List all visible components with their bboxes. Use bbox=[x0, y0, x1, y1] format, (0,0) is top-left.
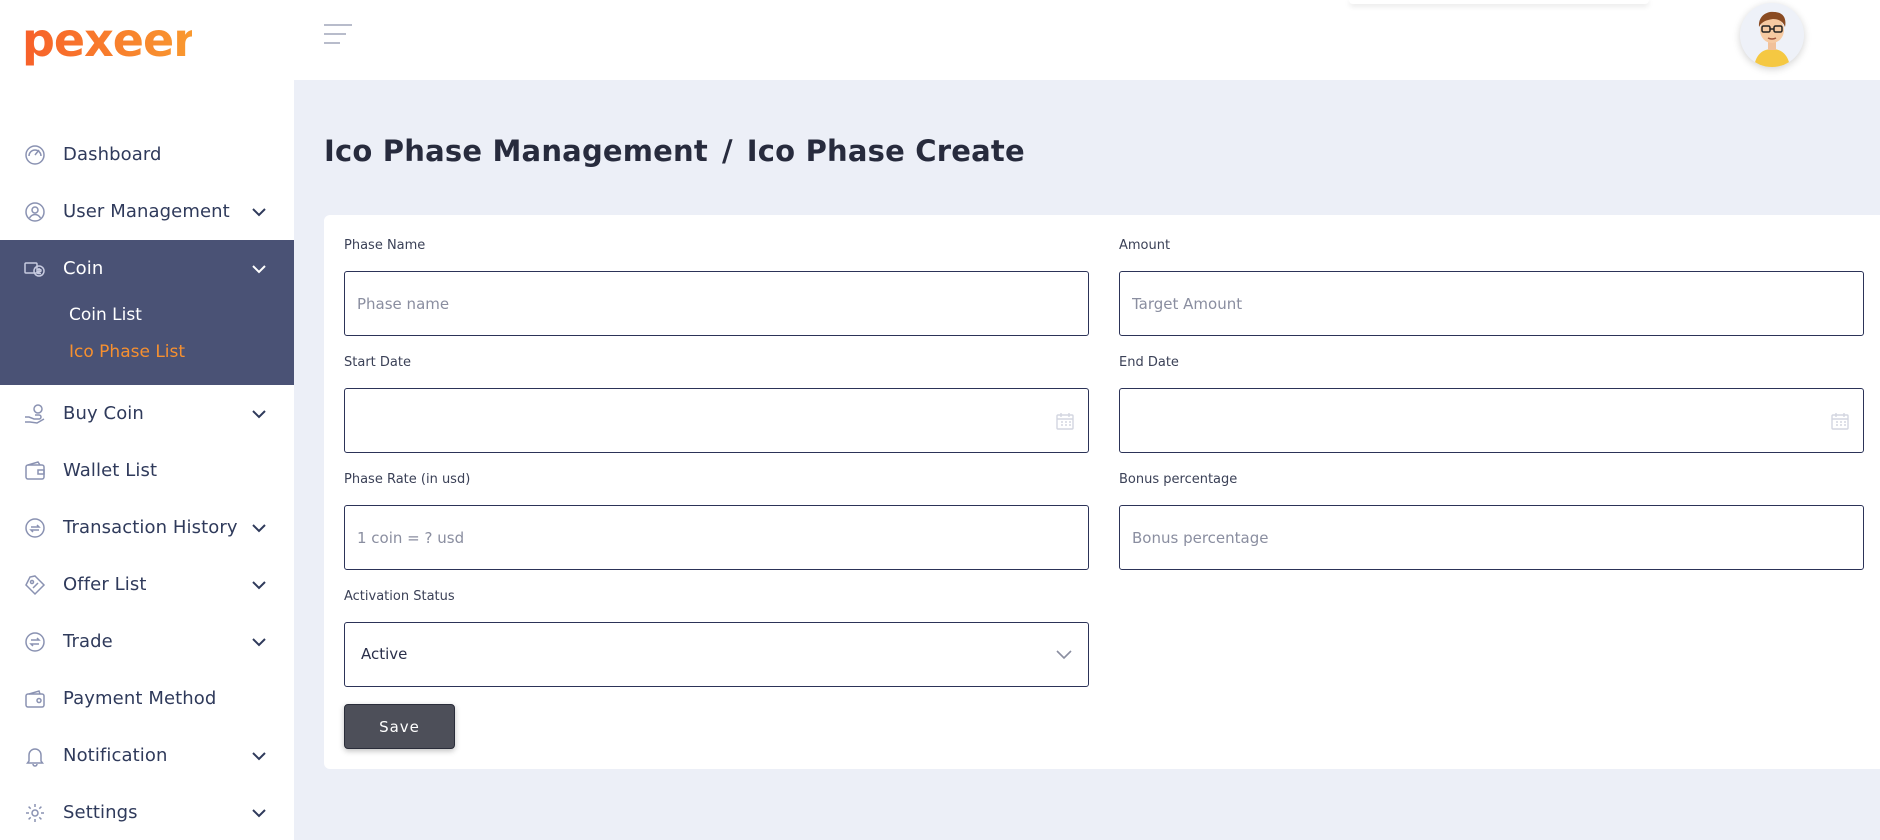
chevron-down-icon bbox=[252, 751, 266, 760]
breadcrumb-parent[interactable]: Ico Phase Management bbox=[324, 134, 708, 168]
sidebar-item-transaction-history[interactable]: Transaction History bbox=[0, 499, 294, 556]
chevron-down-icon bbox=[252, 264, 266, 273]
phase-name-label: Phase Name bbox=[344, 238, 426, 253]
chevron-down-icon bbox=[252, 580, 266, 589]
chevron-down-icon bbox=[252, 207, 266, 216]
offer-tag-icon bbox=[22, 572, 48, 598]
sidebar-item-label: Settings bbox=[63, 802, 138, 823]
chevron-down-icon bbox=[1056, 650, 1072, 660]
sidebar-item-user-management[interactable]: User Management bbox=[0, 183, 294, 240]
sidebar-item-notification[interactable]: Notification bbox=[0, 727, 294, 784]
sidebar-item-label: Notification bbox=[63, 745, 168, 766]
phase-name-field[interactable] bbox=[344, 271, 1089, 336]
sidebar-item-label: Buy Coin bbox=[63, 403, 144, 424]
wallet-icon bbox=[22, 458, 48, 484]
chevron-down-icon bbox=[252, 808, 266, 817]
sidebar-item-label: User Management bbox=[63, 201, 230, 222]
breadcrumb: Ico Phase Management / Ico Phase Create bbox=[324, 134, 1025, 168]
breadcrumb-current: Ico Phase Create bbox=[746, 134, 1025, 168]
speedometer-icon bbox=[22, 142, 48, 168]
activation-status-label: Activation Status bbox=[344, 589, 455, 604]
sidebar-item-label: Payment Method bbox=[63, 688, 217, 709]
brand-logo[interactable]: pexeer bbox=[22, 14, 192, 78]
payment-wallet-icon bbox=[22, 686, 48, 712]
end-date-field[interactable] bbox=[1119, 388, 1864, 453]
user-circle-icon bbox=[22, 199, 48, 225]
header-dropdown-edge bbox=[1349, 0, 1649, 4]
coins-icon bbox=[22, 256, 48, 282]
sidebar-submenu-coin: Coin List Ico Phase List bbox=[0, 297, 294, 385]
bonus-percentage-input[interactable] bbox=[1120, 506, 1863, 569]
start-date-field[interactable] bbox=[344, 388, 1089, 453]
top-header bbox=[294, 0, 1880, 80]
end-date-input[interactable] bbox=[1120, 389, 1863, 452]
bell-icon bbox=[22, 743, 48, 769]
end-date-label: End Date bbox=[1119, 355, 1179, 370]
sidebar-item-label: Dashboard bbox=[63, 144, 162, 165]
hamburger-icon[interactable] bbox=[324, 24, 352, 46]
start-date-input[interactable] bbox=[345, 389, 1088, 452]
chevron-down-icon bbox=[252, 523, 266, 532]
sidebar-nav: Dashboard User Management Coin Coin List… bbox=[0, 126, 294, 840]
user-avatar[interactable] bbox=[1740, 3, 1804, 67]
amount-input[interactable] bbox=[1120, 272, 1863, 335]
transaction-icon bbox=[22, 515, 48, 541]
phase-rate-input[interactable] bbox=[345, 506, 1088, 569]
sidebar-item-payment-method[interactable]: Payment Method bbox=[0, 670, 294, 727]
exchange-icon bbox=[22, 629, 48, 655]
activation-status-select[interactable]: Active bbox=[344, 622, 1089, 687]
sidebar-subitem-coin-list[interactable]: Coin List bbox=[0, 297, 294, 334]
chevron-down-icon bbox=[252, 409, 266, 418]
sidebar-item-dashboard[interactable]: Dashboard bbox=[0, 126, 294, 183]
sidebar-item-trade[interactable]: Trade bbox=[0, 613, 294, 670]
amount-label: Amount bbox=[1119, 238, 1171, 253]
start-date-label: Start Date bbox=[344, 355, 411, 370]
sidebar-item-wallet-list[interactable]: Wallet List bbox=[0, 442, 294, 499]
sidebar-item-coin[interactable]: Coin bbox=[0, 240, 294, 297]
sidebar-item-label: Coin bbox=[63, 258, 104, 279]
sidebar-item-label: Transaction History bbox=[63, 517, 238, 538]
save-button[interactable]: Save bbox=[344, 704, 455, 749]
activation-status-value: Active bbox=[361, 645, 408, 663]
calendar-icon[interactable] bbox=[1831, 412, 1849, 430]
amount-field[interactable] bbox=[1119, 271, 1864, 336]
bonus-percentage-field[interactable] bbox=[1119, 505, 1864, 570]
phase-rate-label: Phase Rate (in usd) bbox=[344, 472, 471, 487]
chevron-down-icon bbox=[252, 637, 266, 646]
sidebar-item-buy-coin[interactable]: Buy Coin bbox=[0, 385, 294, 442]
sidebar-item-label: Offer List bbox=[63, 574, 147, 595]
sidebar-subitem-ico-phase-list[interactable]: Ico Phase List bbox=[0, 334, 294, 371]
sidebar: pexeer Dashboard User Management Coin Co… bbox=[0, 0, 294, 840]
breadcrumb-separator: / bbox=[721, 134, 733, 168]
calendar-icon[interactable] bbox=[1056, 412, 1074, 430]
phase-rate-field[interactable] bbox=[344, 505, 1089, 570]
hand-coin-icon bbox=[22, 401, 48, 427]
sidebar-group-coin: Coin Coin List Ico Phase List bbox=[0, 240, 294, 385]
svg-text:pexeer: pexeer bbox=[22, 14, 192, 67]
phase-name-input[interactable] bbox=[345, 272, 1088, 335]
sidebar-item-offer-list[interactable]: Offer List bbox=[0, 556, 294, 613]
bonus-percentage-label: Bonus percentage bbox=[1119, 472, 1238, 487]
gear-icon bbox=[22, 800, 48, 826]
sidebar-item-label: Wallet List bbox=[63, 460, 158, 481]
sidebar-item-label: Trade bbox=[63, 631, 113, 652]
sidebar-item-settings[interactable]: Settings bbox=[0, 784, 294, 840]
